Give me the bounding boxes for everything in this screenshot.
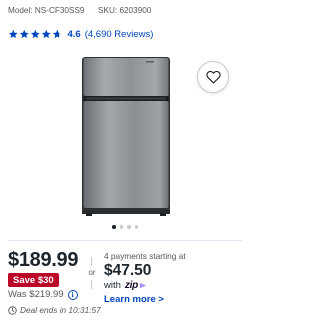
- carousel-dot[interactable]: [134, 225, 138, 229]
- reviews-link[interactable]: (4,690 Reviews): [85, 29, 154, 40]
- or-label: or: [88, 268, 96, 277]
- heart-icon: [205, 70, 221, 84]
- current-price: $189.99: [8, 249, 79, 271]
- model-label: Model:: [8, 6, 33, 15]
- was-price: Was $219.99: [8, 289, 64, 300]
- model-number: NS-CF30SS9: [34, 6, 85, 15]
- star-full-icon: [30, 29, 40, 38]
- star-partial-icon: [52, 29, 62, 38]
- zip-arrow-icon: [139, 282, 147, 289]
- installment-amount: $47.50: [104, 262, 152, 279]
- savings-badge: Save $30: [8, 273, 59, 287]
- clock-icon: [8, 305, 17, 315]
- star-rating: [8, 29, 63, 40]
- installments-label: 4 payments starting at: [104, 251, 186, 261]
- zip-logo: zip: [125, 280, 148, 291]
- zip-logo-text: zip: [124, 280, 138, 291]
- divider: [8, 240, 242, 241]
- product-meta: Model: NS-CF30SS9 SKU: 6203900: [8, 6, 151, 15]
- carousel-dot[interactable]: [127, 225, 131, 229]
- or-divider-top: [91, 257, 92, 266]
- star-full-icon: [8, 29, 18, 38]
- or-divider-bottom: [91, 280, 92, 289]
- rating-row[interactable]: 4.6 (4,690 Reviews): [8, 26, 153, 42]
- sku-label: SKU:: [98, 6, 118, 15]
- with-label: with: [104, 280, 121, 291]
- product-image[interactable]: [80, 55, 172, 216]
- star-full-icon: [41, 29, 51, 38]
- carousel-indicator[interactable]: [0, 225, 250, 229]
- deal-timer-text: Deal ends in 10:31:57: [20, 305, 101, 315]
- wishlist-button[interactable]: [197, 61, 229, 93]
- zip-provider-row: with zip: [104, 280, 148, 291]
- rating-value: 4.6: [67, 28, 81, 40]
- carousel-dot[interactable]: [112, 225, 116, 229]
- star-full-icon: [19, 29, 29, 38]
- learn-more-link[interactable]: Learn more >: [104, 294, 164, 305]
- carousel-dot[interactable]: [119, 225, 123, 229]
- sku-number: 6203900: [119, 6, 152, 15]
- deal-timer: Deal ends in 10:31:57: [8, 305, 101, 315]
- info-icon[interactable]: i: [67, 289, 78, 300]
- was-price-row: Was $219.99 i: [8, 289, 78, 300]
